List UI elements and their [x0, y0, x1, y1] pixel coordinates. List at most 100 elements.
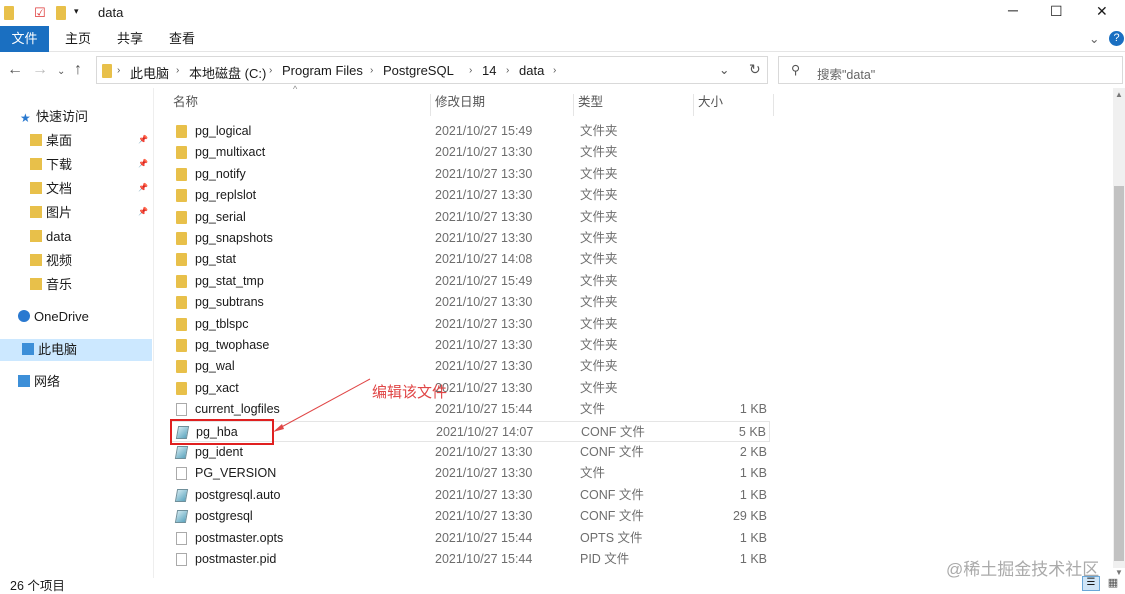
properties-icon[interactable]: ☑	[34, 5, 46, 21]
file-row[interactable]: pg_subtrans 2021/10/27 13:30 文件夹	[170, 292, 770, 313]
close-button[interactable]: ✕	[1096, 3, 1108, 20]
pictures-folder-icon	[30, 206, 42, 218]
file-name: pg_logical	[195, 124, 252, 138]
sidebar-item[interactable]: OneDrive	[18, 306, 89, 328]
recent-locations-button[interactable]: ⌄	[57, 66, 65, 77]
sidebar-item[interactable]: 图片	[30, 202, 72, 224]
pin-icon[interactable]: 📌	[138, 135, 148, 144]
sidebar-item[interactable]: 网络	[18, 371, 60, 393]
file-row[interactable]: current_logfiles 2021/10/27 15:44 文件 1 KB	[170, 399, 770, 420]
file-row[interactable]: pg_multixact 2021/10/27 13:30 文件夹	[170, 142, 770, 163]
column-header-size[interactable]: 大小	[694, 94, 774, 116]
file-icon	[176, 467, 187, 481]
breadcrumb-separator-icon[interactable]: ›	[506, 65, 509, 76]
sidebar-item[interactable]: 此电脑	[0, 339, 152, 361]
file-date: 2021/10/27 13:30	[435, 466, 533, 481]
file-row[interactable]: pg_twophase 2021/10/27 13:30 文件夹	[170, 335, 770, 356]
breadcrumb-separator-icon[interactable]: ›	[370, 65, 373, 76]
file-row[interactable]: postgresql 2021/10/27 13:30 CONF 文件 29 KB	[170, 506, 770, 527]
back-button[interactable]: ←	[7, 61, 23, 79]
search-box[interactable]: ⚲ 搜索"data"	[778, 56, 1123, 84]
file-type: PID 文件	[580, 552, 630, 566]
sidebar-item-label: 音乐	[46, 277, 73, 292]
breadcrumb-item[interactable]: PostgreSQL	[383, 63, 454, 78]
sidebar-item[interactable]: 文档	[30, 178, 72, 200]
file-row[interactable]: pg_ident 2021/10/27 13:30 CONF 文件 2 KB	[170, 442, 770, 463]
file-type: CONF 文件	[580, 445, 644, 459]
file-row[interactable]: pg_stat_tmp 2021/10/27 15:49 文件夹	[170, 271, 770, 292]
file-row[interactable]: PG_VERSION 2021/10/27 13:30 文件 1 KB	[170, 463, 770, 484]
tab-view[interactable]: 查看	[169, 26, 195, 52]
scroll-up-icon[interactable]: ▲	[1115, 90, 1123, 99]
file-row[interactable]: pg_notify 2021/10/27 13:30 文件夹	[170, 164, 770, 185]
file-row[interactable]: postmaster.opts 2021/10/27 15:44 OPTS 文件 1 …	[170, 528, 770, 549]
breadcrumb-separator-icon[interactable]: ›	[176, 65, 179, 76]
customize-toolbar-icon[interactable]: ▾	[74, 6, 79, 17]
column-header-type[interactable]: 类型	[574, 94, 694, 116]
breadcrumb-item[interactable]: Program Files	[282, 63, 363, 78]
help-icon[interactable]: ?	[1109, 31, 1124, 46]
pin-icon[interactable]: 📌	[138, 159, 148, 168]
file-date: 2021/10/27 15:49	[435, 124, 533, 138]
pin-icon[interactable]: 📌	[138, 183, 148, 192]
address-dropdown-icon[interactable]: ⌄	[719, 62, 729, 77]
column-header-date[interactable]: 修改日期	[431, 94, 574, 116]
tab-share[interactable]: 共享	[117, 26, 143, 52]
column-header-name[interactable]: 名称	[169, 94, 431, 116]
breadcrumb-separator-icon[interactable]: ›	[117, 65, 120, 76]
sort-ascending-icon: ^	[293, 84, 298, 94]
star-icon: ★	[20, 111, 31, 125]
file-row[interactable]: postmaster.pid 2021/10/27 15:44 PID 文件 1 KB	[170, 549, 770, 570]
search-input[interactable]: 搜索"data"	[817, 64, 875, 83]
file-row[interactable]: pg_xact 2021/10/27 13:30 文件夹	[170, 378, 770, 399]
up-button[interactable]: ↑	[74, 61, 82, 79]
sidebar-item[interactable]: 视频	[30, 250, 72, 272]
breadcrumb-separator-icon[interactable]: ›	[553, 65, 556, 76]
sidebar-item[interactable]: data	[30, 226, 71, 248]
new-folder-icon[interactable]	[56, 6, 66, 20]
file-date: 2021/10/27 13:30	[435, 338, 533, 352]
file-row[interactable]: pg_replslot 2021/10/27 13:30 文件夹	[170, 185, 770, 206]
file-date: 2021/10/27 13:30	[435, 316, 533, 331]
address-bar[interactable]: › 此电脑 › 本地磁盘 (C:) › Program Files › PostgreSQL ›…	[96, 56, 768, 84]
breadcrumb-item[interactable]: data	[519, 63, 544, 78]
file-size: 1 KB	[739, 466, 767, 481]
sidebar-item-label: data	[46, 229, 72, 244]
file-row[interactable]: pg_stat 2021/10/27 14:08 文件夹	[170, 249, 770, 270]
tab-home[interactable]: 主页	[65, 26, 91, 52]
sidebar-item-label: 图片	[46, 205, 73, 220]
file-row[interactable]: pg_snapshots 2021/10/27 13:30 文件夹	[170, 228, 770, 249]
sidebar-item[interactable]: 桌面	[30, 130, 72, 152]
file-size: 1 KB	[739, 530, 767, 545]
refresh-icon[interactable]: ↻	[749, 61, 761, 78]
file-row[interactable]: pg_logical 2021/10/27 15:49 文件夹	[170, 121, 770, 142]
sidebar-item[interactable]: 音乐	[30, 274, 72, 296]
file-row[interactable]: pg_tblspc 2021/10/27 13:30 文件夹	[170, 314, 770, 335]
folder-icon	[176, 125, 187, 138]
annotation-arrow	[273, 378, 371, 432]
breadcrumb-item[interactable]: 此电脑	[130, 63, 169, 82]
file-row[interactable]: pg_serial 2021/10/27 13:30 文件夹	[170, 207, 770, 228]
tab-file[interactable]: 文件	[0, 26, 49, 52]
scrollbar-thumb[interactable]	[1114, 186, 1124, 561]
file-row[interactable]: pg_wal 2021/10/27 13:30 文件夹	[170, 356, 770, 377]
expand-ribbon-icon[interactable]: ⌄	[1089, 31, 1099, 46]
file-row[interactable]: postgresql.auto 2021/10/27 13:30 CONF 文件 1 …	[170, 485, 770, 506]
sidebar-item[interactable]: 下载	[30, 154, 72, 176]
pin-icon[interactable]: 📌	[138, 207, 148, 216]
file-name: pg_tblspc	[195, 316, 249, 331]
breadcrumb-separator-icon[interactable]: ›	[269, 65, 272, 76]
file-date: 2021/10/27 14:07	[436, 424, 534, 439]
forward-button[interactable]: →	[32, 61, 48, 79]
breadcrumb-item[interactable]: 14	[482, 63, 496, 78]
maximize-button[interactable]: ☐	[1050, 3, 1063, 20]
folder-icon	[30, 230, 42, 242]
breadcrumb-separator-icon[interactable]: ›	[469, 65, 472, 76]
videos-folder-icon	[30, 254, 42, 266]
sidebar-item[interactable]: ★ 快速访问	[20, 106, 88, 128]
file-name: pg_stat	[195, 252, 237, 267]
minimize-button[interactable]: ─	[1008, 2, 1018, 18]
large-icons-view-icon[interactable]: ▦	[1104, 576, 1122, 591]
details-view-icon[interactable]: ☰	[1082, 576, 1100, 591]
breadcrumb-item[interactable]: 本地磁盘 (C:)	[189, 63, 266, 82]
